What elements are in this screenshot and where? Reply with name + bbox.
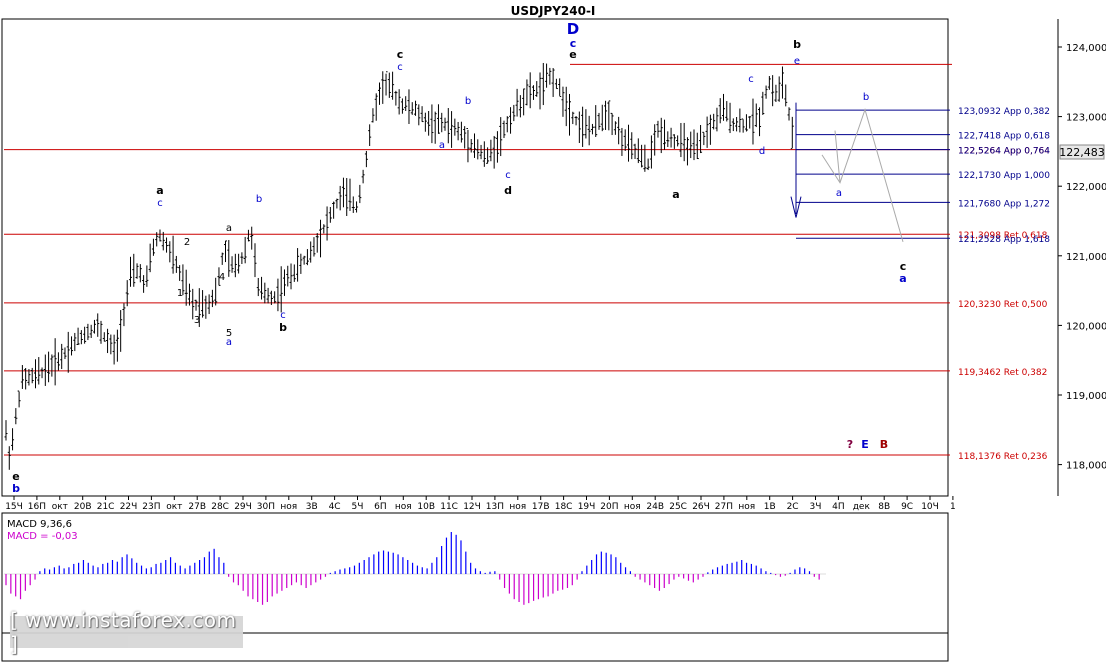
x-tick-label: 9С	[901, 502, 913, 512]
y-tick-label: 120,000	[1066, 321, 1106, 332]
wave-label: a	[156, 184, 163, 197]
projection-label: 121,7680 App 1,272	[958, 199, 1050, 209]
wave-label: e	[569, 48, 576, 61]
wave-label: b	[256, 194, 262, 205]
x-tick-label: ноя	[624, 502, 641, 512]
wave-label: a	[439, 140, 445, 151]
wave-label: a	[226, 223, 232, 234]
x-tick-label: 20П	[600, 502, 618, 512]
macd-label: MACD 9,36,6	[7, 519, 72, 530]
resistance-label: 118,1376 Ret 0,236	[958, 452, 1048, 462]
wave-label: c	[748, 74, 754, 85]
y-tick-label: 119,000	[1066, 391, 1106, 402]
x-tick-label: 27В	[188, 502, 206, 512]
x-tick-label: 17В	[532, 502, 550, 512]
wave-label: a	[836, 188, 842, 199]
x-tick-label: 20В	[74, 502, 92, 512]
x-tick-label: 23П	[142, 502, 160, 512]
wave-label: B	[880, 438, 888, 451]
resistance-label: 120,3230 Ret 0,500	[958, 300, 1048, 310]
x-tick-label: дек	[853, 502, 871, 512]
wave-label: b	[279, 321, 287, 334]
wave-label: 4	[219, 272, 225, 283]
projection-label: 122,7418 App 0,618	[958, 132, 1050, 142]
x-tick-label: ноя	[395, 502, 412, 512]
x-tick-label: 19Ч	[578, 502, 596, 512]
wave-label: a	[672, 188, 679, 201]
wave-label: b	[793, 38, 801, 51]
wave-label: c	[397, 48, 404, 61]
x-tick-label: окт	[52, 502, 68, 512]
watermark-banner: [ www.instaforex.com ]	[10, 608, 243, 656]
resistance-label: 119,3462 Ret 0,382	[958, 368, 1047, 378]
x-tick-label: 3В	[306, 502, 318, 512]
y-tick-label: 124,000	[1066, 43, 1106, 54]
projection-label: 122,1730 App 1,000	[958, 171, 1050, 181]
wave-label: c	[397, 62, 403, 73]
wave-label: 1	[177, 288, 183, 299]
wave-label: a	[226, 337, 232, 348]
y-tick-label: 121,000	[1066, 252, 1106, 263]
x-tick-label: 4С	[329, 502, 341, 512]
x-tick-label: 4П	[832, 502, 845, 512]
chart-title: USDJPY240-I	[511, 4, 596, 18]
x-tick-label: 16П	[28, 502, 46, 512]
wave-label: E	[861, 438, 869, 451]
x-tick-label: 18С	[555, 502, 573, 512]
y-tick-label: 122,000	[1066, 182, 1106, 193]
x-tick-label: 25С	[669, 502, 687, 512]
wave-label: c	[280, 310, 286, 321]
wave-label: D	[567, 20, 579, 38]
wave-label: c	[157, 198, 163, 209]
usdjpy-chart: USDJPY240-I 122,5264 App 0,764121,3098 R…	[1, 4, 1106, 662]
x-tick-label: ноя	[509, 502, 526, 512]
projection-label: 122,5264 App 0,764	[958, 147, 1050, 157]
x-tick-label: 22Ч	[120, 502, 138, 512]
x-tick-label: 28С	[211, 502, 229, 512]
x-tick-label: ноя	[738, 502, 755, 512]
x-tick-label: 27П	[715, 502, 733, 512]
wave-label: b	[465, 96, 471, 107]
y-tick-label: 123,000	[1066, 113, 1106, 124]
macd-value-label: MACD = -0,03	[7, 531, 78, 542]
wave-label: d	[759, 146, 765, 157]
x-tick-label: 30П	[257, 502, 275, 512]
wave-label: a	[899, 272, 906, 285]
x-tick-label: 15Ч	[5, 502, 23, 512]
wave-label: d	[504, 184, 512, 197]
x-tick-label: ноя	[280, 502, 297, 512]
x-tick-label: 13П	[486, 502, 504, 512]
x-tick-label: 2С	[787, 502, 799, 512]
x-tick-label: 10Ч	[921, 502, 939, 512]
x-tick-label: 8В	[878, 502, 890, 512]
x-tick-label: 10В	[417, 502, 435, 512]
wave-label: e	[794, 56, 800, 67]
x-tick-label: 24В	[646, 502, 664, 512]
x-tick-label: 21С	[97, 502, 115, 512]
projection-label: 121,2528 App 1,618	[958, 235, 1050, 245]
wave-label: c	[505, 170, 511, 181]
main-frame	[1, 18, 949, 497]
projection-label: 123,0932 App 0,382	[958, 107, 1050, 117]
wave-label: ?	[847, 438, 853, 451]
x-tick-label: 26Ч	[692, 502, 710, 512]
x-tick-label: окт	[166, 502, 182, 512]
x-tick-label: 12Ч	[463, 502, 481, 512]
x-tick-label: 11С	[440, 502, 458, 512]
chart-window: USDJPY240-I 122,5264 App 0,764 121,3098 R…	[0, 0, 1106, 663]
x-tick-label: 1	[950, 502, 956, 512]
x-tick-label: 5Ч	[352, 502, 364, 512]
wave-label: b	[12, 482, 20, 495]
wave-label: 2	[184, 237, 190, 248]
x-tick-label: 6П	[374, 502, 387, 512]
wave-label: 3	[194, 315, 200, 326]
x-tick-label: 29Ч	[234, 502, 252, 512]
wave-label: b	[863, 92, 869, 103]
current-price: 122,483	[1059, 146, 1105, 159]
x-tick-label: 3Ч	[810, 502, 822, 512]
y-tick-label: 118,000	[1066, 461, 1106, 472]
x-tick-label: 1В	[764, 502, 776, 512]
